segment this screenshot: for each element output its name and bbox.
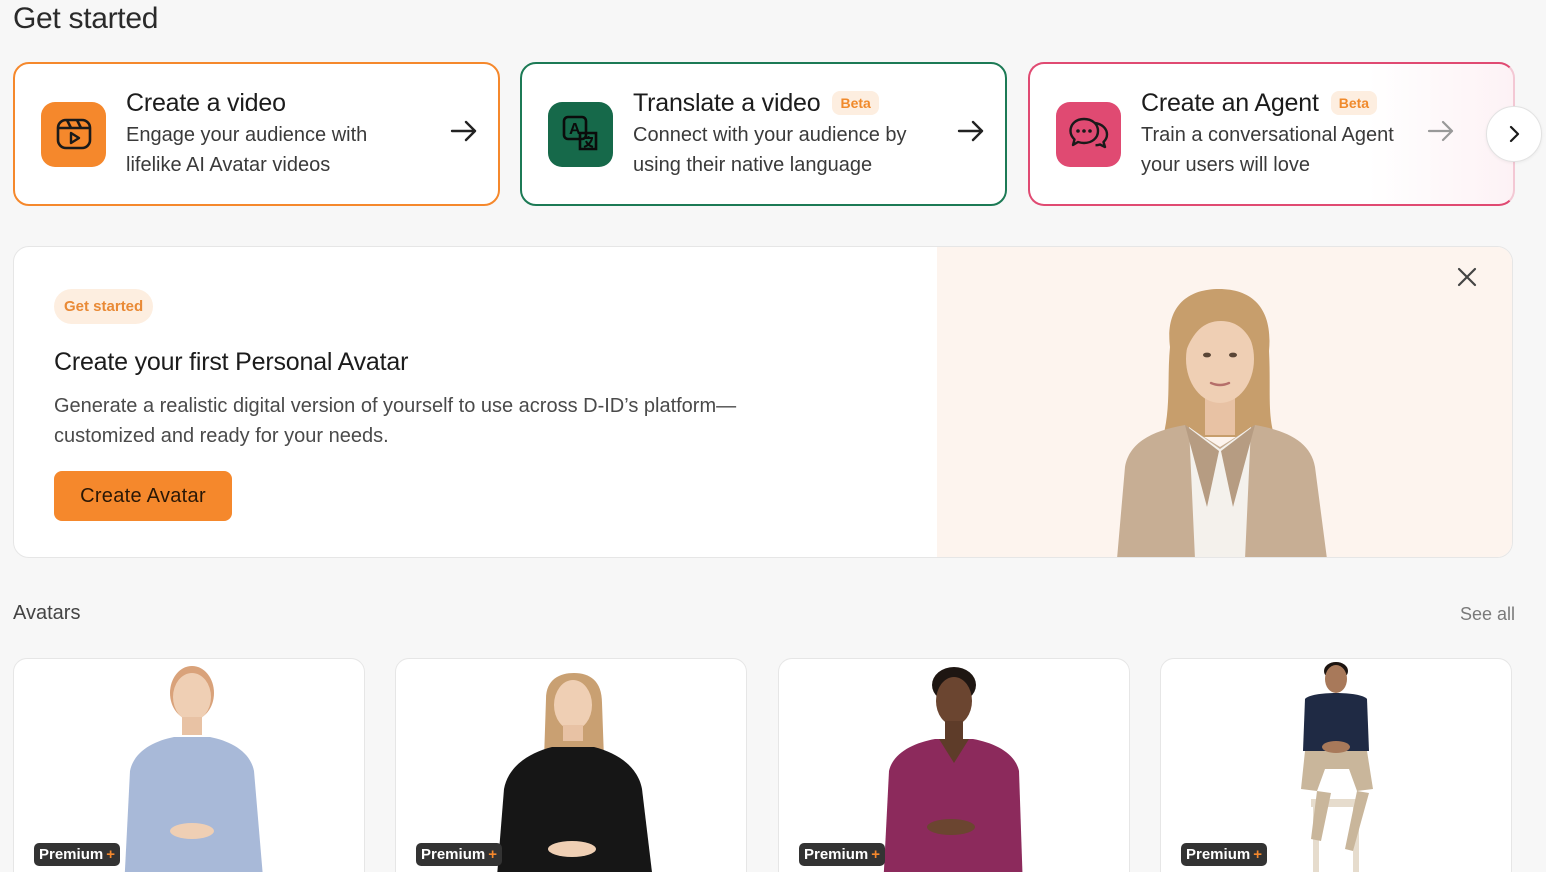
translate-icon: A bbox=[548, 101, 613, 167]
chat-bubbles-icon bbox=[1056, 101, 1121, 167]
banner-desc-line: Generate a realistic digital version of … bbox=[54, 395, 737, 417]
avatar-image bbox=[883, 667, 1023, 872]
personal-avatar-banner: Get started Create your first Personal A… bbox=[13, 246, 1513, 558]
card-title: Translate a video bbox=[633, 88, 821, 117]
see-all-link[interactable]: See all bbox=[1460, 604, 1515, 625]
card-desc-line: lifelike AI Avatar videos bbox=[126, 153, 331, 176]
avatar-image bbox=[497, 673, 652, 872]
page-title: Get started bbox=[13, 2, 159, 35]
card-desc-line: Connect with your audience by bbox=[633, 123, 907, 146]
video-play-icon bbox=[41, 101, 106, 167]
create-agent-card[interactable]: Create an Agent Beta Train a conversatio… bbox=[1028, 62, 1515, 206]
premium-badge: Premium + bbox=[1181, 843, 1267, 866]
card-desc-line: Train a conversational Agent bbox=[1141, 123, 1394, 146]
premium-badge: Premium + bbox=[799, 843, 885, 866]
chevron-right-icon bbox=[1509, 125, 1520, 143]
avatar-card[interactable]: Premium + bbox=[778, 658, 1130, 872]
banner-desc-line: customized and ready for your needs. bbox=[54, 425, 389, 447]
card-title: Create a video bbox=[126, 88, 286, 117]
carousel-next-button[interactable] bbox=[1486, 106, 1542, 162]
beta-badge: Beta bbox=[1330, 91, 1378, 115]
arrow-right-icon[interactable] bbox=[450, 117, 478, 151]
card-desc-line: your users will love bbox=[1141, 153, 1310, 176]
avatars-section-title: Avatars bbox=[13, 602, 81, 624]
avatar-image bbox=[1301, 662, 1373, 872]
translate-video-card[interactable]: A Translate a video Beta Connect with yo… bbox=[520, 62, 1007, 206]
card-desc-line: using their native language bbox=[633, 153, 873, 176]
beta-badge: Beta bbox=[832, 91, 879, 115]
card-description: Train a conversational Agent your users … bbox=[1141, 120, 1417, 180]
premium-badge: Premium + bbox=[34, 843, 120, 866]
avatar-card[interactable]: Premium + bbox=[1160, 658, 1512, 872]
get-started-chip: Get started bbox=[54, 289, 154, 324]
banner-description: Generate a realistic digital version of … bbox=[54, 391, 814, 451]
create-avatar-button[interactable]: Create Avatar bbox=[54, 471, 232, 521]
avatar-card[interactable]: Premium + bbox=[395, 658, 747, 872]
card-desc-line: Engage your audience with bbox=[126, 123, 368, 146]
avatar-image bbox=[124, 666, 263, 872]
create-video-card[interactable]: Create a video Engage your audience with… bbox=[13, 62, 500, 206]
card-description: Connect with your audience by using thei… bbox=[633, 120, 947, 180]
premium-badge: Premium + bbox=[416, 843, 502, 866]
arrow-right-icon[interactable] bbox=[957, 117, 985, 151]
card-title: Create an Agent bbox=[1141, 88, 1319, 117]
banner-title: Create your first Personal Avatar bbox=[54, 348, 409, 376]
card-description: Engage your audience with lifelike AI Av… bbox=[126, 120, 440, 180]
arrow-right-icon[interactable] bbox=[1427, 117, 1455, 151]
avatar-card[interactable]: Premium + bbox=[13, 658, 365, 872]
close-icon[interactable] bbox=[1456, 266, 1478, 288]
banner-avatar-image bbox=[937, 247, 1512, 557]
